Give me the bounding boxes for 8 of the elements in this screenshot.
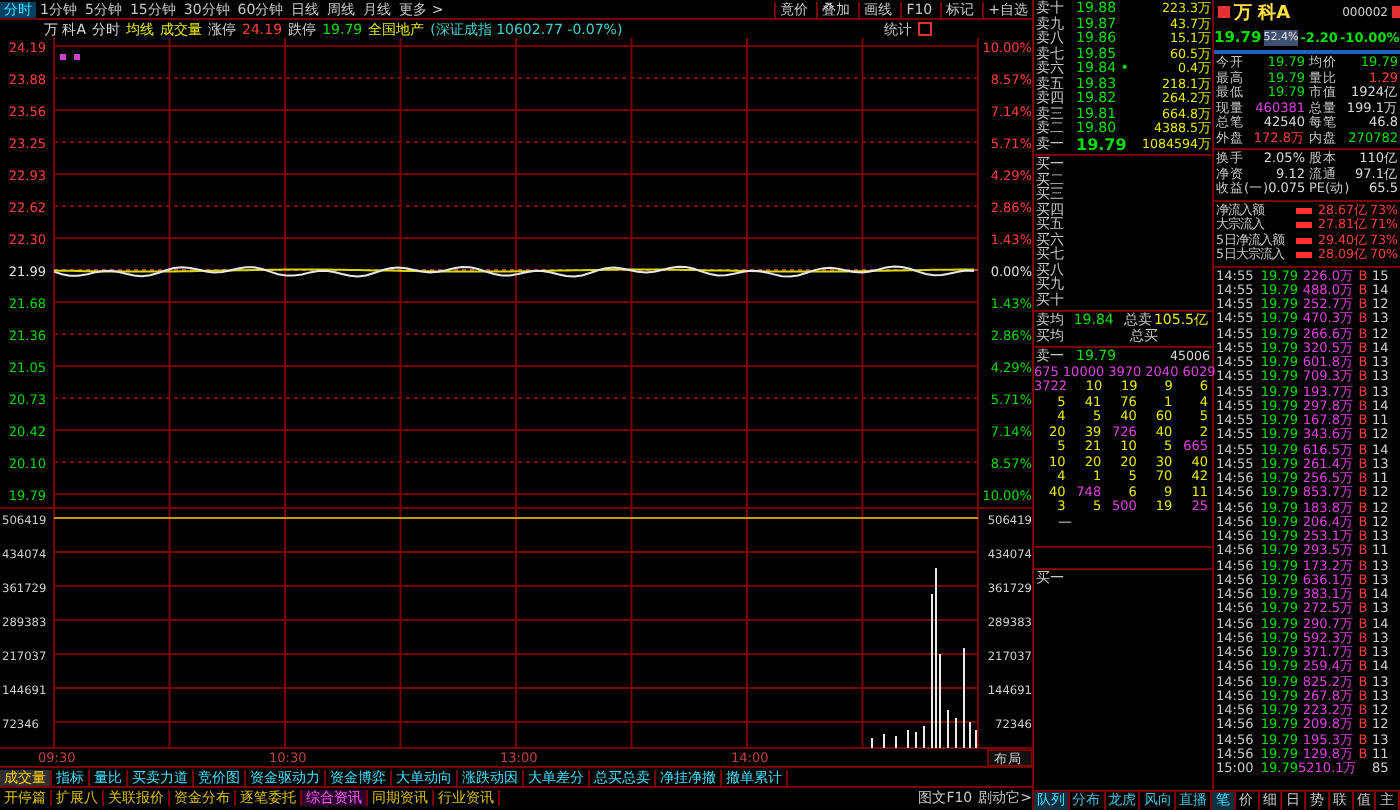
checkbox-icon[interactable] (918, 22, 932, 36)
inflow-bar (1296, 222, 1312, 229)
stock-name: 万 科A (1234, 1, 1293, 25)
inflow-bar (1296, 207, 1312, 214)
marker-dots-icon (60, 54, 80, 60)
inflow-bar (1296, 252, 1312, 259)
inflow-bar (1296, 237, 1312, 244)
ask-price: 19.79 (1074, 137, 1129, 152)
